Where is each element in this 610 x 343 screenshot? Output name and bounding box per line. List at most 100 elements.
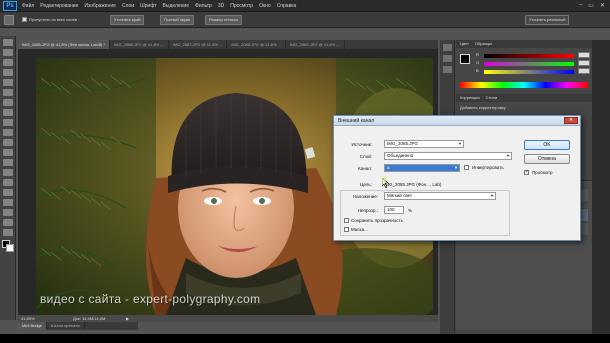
- options-bar: Пропустить из всех слоев Уточнить край П…: [0, 12, 610, 28]
- slider-b-value[interactable]: [578, 68, 590, 74]
- menu-layers[interactable]: Слои: [122, 3, 134, 9]
- sample-all-layers-checkbox[interactable]: [22, 17, 27, 22]
- apply-image-dialog: Внешний канал ✕ Источник: IMG_2085.JPG ▼ …: [333, 115, 581, 241]
- menu-bar: Ps Файл Редактирование Изображение Слои …: [0, 0, 610, 12]
- right-edge-strip: [592, 40, 610, 334]
- watermark-text: видео с сайта - expert-polygraphy.com: [40, 292, 261, 306]
- tab-mini-bridge[interactable]: Mini Bridge: [18, 322, 48, 330]
- tab-color[interactable]: Цвет: [460, 40, 469, 48]
- slider-b[interactable]: B: [476, 68, 592, 76]
- tab-img-2087[interactable]: IMG_2087.JPG @ 41,8% ...: [169, 40, 228, 49]
- brush-tool-icon[interactable]: [3, 109, 13, 116]
- path-select-tool-icon[interactable]: [3, 199, 13, 206]
- blending-select[interactable]: Мягкий свет ▼: [384, 192, 496, 200]
- channel-select[interactable]: a ▼: [384, 164, 460, 172]
- crop-tool-icon[interactable]: [3, 79, 13, 86]
- info-panel-icon[interactable]: [443, 66, 452, 73]
- tab-swatches[interactable]: Образцы: [475, 40, 492, 48]
- clone-stamp-tool-icon[interactable]: [3, 119, 13, 126]
- lasso-tool-icon[interactable]: [3, 59, 13, 66]
- slider-g-value[interactable]: [578, 60, 590, 66]
- tools-panel: [0, 36, 16, 320]
- tab-img-2089[interactable]: IMG_2089.JPG @ 41,8% ...: [286, 40, 345, 49]
- slider-r-value[interactable]: [578, 52, 590, 58]
- eraser-tool-icon[interactable]: [3, 139, 13, 146]
- color-spectrum-bar[interactable]: [460, 82, 588, 88]
- history-brush-tool-icon[interactable]: [3, 129, 13, 136]
- invert-label: Инвертировать: [472, 165, 504, 170]
- chevron-down-icon: ▼: [490, 193, 494, 198]
- ok-button[interactable]: OK: [524, 140, 570, 150]
- menu-window[interactable]: Окно: [259, 3, 271, 9]
- menu-file[interactable]: Файл: [22, 3, 34, 9]
- blur-tool-icon[interactable]: [3, 159, 13, 166]
- mask-checkbox[interactable]: [344, 227, 349, 232]
- chevron-down-icon: ▼: [458, 141, 462, 146]
- channel-value: a: [387, 165, 390, 170]
- invert-checkbox[interactable]: [464, 165, 469, 170]
- minimize-button[interactable]: –: [579, 2, 582, 9]
- dialog-title: Внешний канал: [338, 118, 375, 124]
- print-size-button[interactable]: Размер оттиска: [205, 15, 242, 25]
- layer-select[interactable]: Объединено ▼: [384, 152, 512, 160]
- actual-pixels-button[interactable]: Уточнить реальный: [525, 15, 570, 25]
- slider-g-track[interactable]: [484, 62, 574, 66]
- healing-tool-icon[interactable]: [3, 99, 13, 106]
- opacity-label: Непрозр.:: [357, 208, 378, 213]
- slider-r[interactable]: R: [476, 52, 592, 60]
- refine-edge-button[interactable]: Уточнить край: [110, 15, 145, 25]
- full-screen-button[interactable]: Полный экран: [160, 15, 195, 25]
- channel-label: Канал:: [358, 166, 372, 171]
- gradient-tool-icon[interactable]: [3, 149, 13, 156]
- zoom-level[interactable]: 41,89%: [21, 315, 35, 322]
- menu-type[interactable]: Шрифт: [140, 3, 156, 9]
- dodge-tool-icon[interactable]: [3, 169, 13, 176]
- close-button[interactable]: ✕: [600, 2, 605, 9]
- menu-image[interactable]: Изображение: [84, 3, 116, 9]
- eyedropper-tool-icon[interactable]: [3, 89, 13, 96]
- menu-3d[interactable]: 3D: [218, 3, 224, 9]
- slider-g[interactable]: G: [476, 60, 592, 68]
- dialog-close-button[interactable]: ✕: [564, 117, 578, 124]
- zoom-tool-icon[interactable]: [3, 229, 13, 236]
- preserve-transparency-label: Сохранить прозрачность: [351, 218, 403, 223]
- menu-select[interactable]: Выделение: [163, 3, 190, 9]
- hand-tool-icon[interactable]: [3, 219, 13, 226]
- document-tabs: IMG_2085.JPG @ 41,8% (Фон копия, Lab/8) …: [18, 40, 438, 49]
- properties-panel-icon[interactable]: [443, 55, 452, 62]
- menu-view[interactable]: Просмотр: [230, 3, 253, 9]
- source-select[interactable]: IMG_2085.JPG ▼: [384, 140, 464, 148]
- tab-img-2086[interactable]: IMG_2086.JPG @ 41,8% ...: [110, 40, 169, 49]
- tab-img-2085[interactable]: IMG_2085.JPG @ 41,8% (Фон копия, Lab/8) …: [18, 40, 111, 49]
- cancel-button[interactable]: Отмена: [524, 154, 570, 164]
- menu-help[interactable]: Справка: [277, 3, 297, 9]
- photoshop-window: Ps Файл Редактирование Изображение Слои …: [0, 0, 610, 343]
- menu-filter[interactable]: Фильтр: [195, 3, 212, 9]
- maximize-button[interactable]: ▭: [588, 2, 594, 9]
- tool-preset-icon[interactable]: [4, 15, 14, 25]
- tab-img-2088[interactable]: IMG_2088.JPG @ 41,8% ...: [227, 40, 286, 49]
- preserve-transparency-checkbox[interactable]: [344, 218, 349, 223]
- bottom-tabs: Mini Bridge Шкала времени: [18, 322, 138, 330]
- slider-b-track[interactable]: [484, 70, 574, 74]
- marquee-tool-icon[interactable]: [3, 49, 13, 56]
- mouse-cursor-icon: [382, 178, 389, 188]
- preview-checkbox[interactable]: [524, 169, 529, 175]
- slider-r-track[interactable]: [484, 54, 574, 58]
- opacity-input[interactable]: 100: [384, 206, 404, 214]
- tab-styles[interactable]: Стили: [486, 94, 498, 102]
- tab-adjustments[interactable]: Коррекция: [460, 94, 480, 102]
- dialog-titlebar[interactable]: Внешний канал ✕: [334, 116, 580, 126]
- quick-select-tool-icon[interactable]: [3, 69, 13, 76]
- shape-tool-icon[interactable]: [3, 209, 13, 216]
- type-tool-icon[interactable]: [3, 189, 13, 196]
- tab-timeline[interactable]: Шкала времени: [47, 322, 86, 330]
- move-tool-icon[interactable]: [3, 39, 13, 46]
- bottom-letterbox: [0, 334, 610, 343]
- status-arrow-icon[interactable]: ▶: [126, 315, 129, 322]
- menu-edit[interactable]: Редактирование: [40, 3, 78, 9]
- layer-value: Объединено: [387, 153, 414, 158]
- background-color-swatch[interactable]: [6, 244, 14, 252]
- pen-tool-icon[interactable]: [3, 179, 13, 186]
- history-panel-icon[interactable]: [443, 44, 452, 51]
